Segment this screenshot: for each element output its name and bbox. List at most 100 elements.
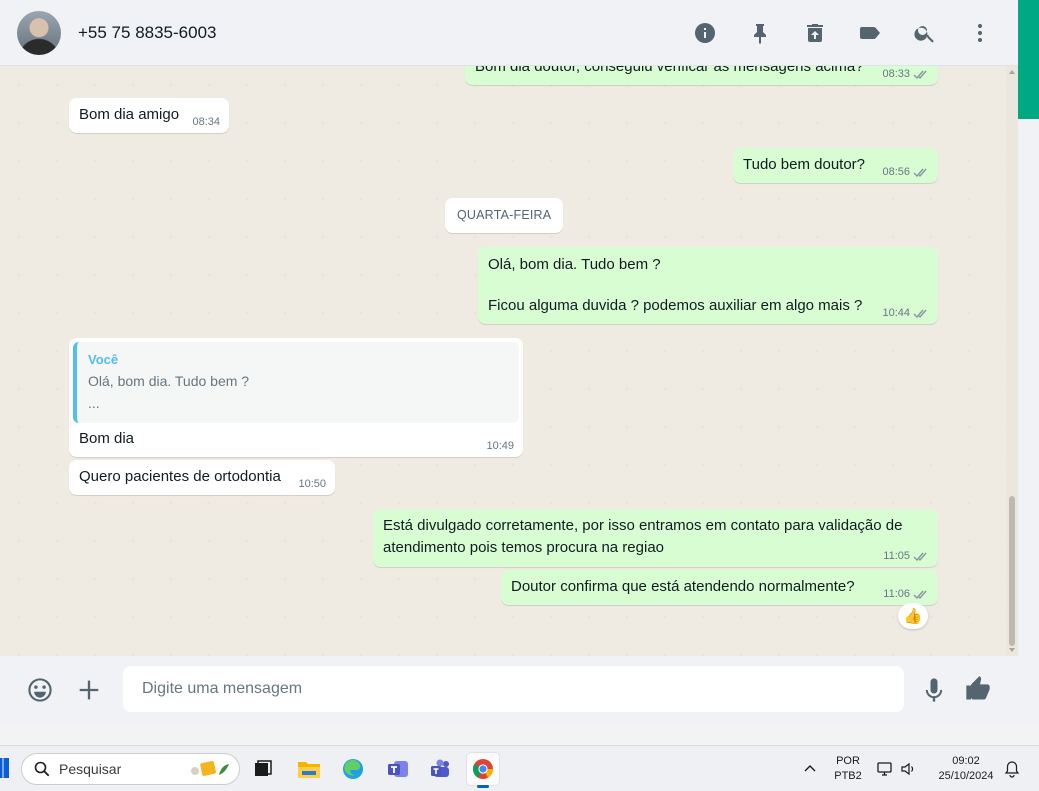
read-ticks-icon bbox=[913, 590, 927, 599]
more-vertical-icon bbox=[977, 23, 982, 42]
network-icon[interactable] bbox=[877, 760, 895, 778]
message-incoming[interactable]: Quero pacientes de ortodontia 10:50 bbox=[69, 460, 335, 495]
message-meta: 08:34 bbox=[192, 115, 220, 129]
send-like-button[interactable] bbox=[961, 672, 995, 706]
label-button[interactable] bbox=[853, 16, 886, 49]
message-text: Está divulgado corretamente, por isso en… bbox=[383, 517, 903, 556]
windows-taskbar: Pesquisar POR PTB2 09:02 25/10/2024 bbox=[0, 745, 1039, 791]
message-outgoing[interactable]: Está divulgado corretamente, por isso en… bbox=[373, 509, 938, 567]
header-actions bbox=[666, 16, 996, 49]
scroll-up-arrow-icon[interactable] bbox=[1009, 70, 1015, 74]
quoted-message[interactable]: Você Olá, bom dia. Tudo bem ? ... bbox=[73, 342, 519, 423]
input-language-indicator[interactable]: POR PTB2 bbox=[826, 754, 870, 784]
message-meta: 10:50 bbox=[298, 477, 326, 491]
label-tag-icon bbox=[859, 26, 880, 39]
chat-header: +55 75 8835-6003 bbox=[0, 0, 1018, 66]
language-code: POR bbox=[836, 755, 860, 767]
message-meta: 08:33 bbox=[882, 67, 929, 81]
task-view-button[interactable] bbox=[247, 753, 279, 785]
message-meta: 08:56 bbox=[882, 165, 929, 179]
trash-restore-icon bbox=[806, 23, 823, 42]
message-time: 08:56 bbox=[882, 166, 910, 178]
message-meta: 10:44 bbox=[882, 306, 929, 320]
message-list[interactable]: Bom dia doutor, conseguiu verificar as m… bbox=[0, 66, 1006, 656]
message-time: 11:06 bbox=[883, 588, 910, 600]
message-time: 08:34 bbox=[192, 116, 220, 128]
attach-button[interactable] bbox=[72, 673, 106, 707]
day-separator: QUARTA-FEIRA bbox=[445, 198, 564, 233]
chrome-button[interactable] bbox=[467, 753, 499, 788]
info-button[interactable] bbox=[688, 16, 721, 49]
message-outgoing[interactable]: Tudo bem doutor? 08:56 bbox=[733, 148, 938, 183]
message-time: 10:49 bbox=[486, 440, 514, 452]
accent-strip bbox=[1018, 0, 1039, 119]
volume-icon[interactable] bbox=[900, 760, 918, 778]
teams-button[interactable] bbox=[382, 753, 414, 785]
plus-icon bbox=[79, 680, 99, 700]
scroll-thumb[interactable] bbox=[1009, 496, 1015, 646]
quote-text-more: ... bbox=[88, 395, 100, 411]
search-highlight-icon bbox=[191, 761, 229, 776]
search-icon bbox=[913, 25, 934, 43]
message-time: 10:44 bbox=[882, 307, 910, 319]
message-incoming[interactable]: Bom dia amigo 08:34 bbox=[69, 98, 229, 133]
message-incoming-reply[interactable]: Você Olá, bom dia. Tudo bem ? ... Bom di… bbox=[69, 338, 523, 457]
teams-work-button[interactable] bbox=[425, 753, 457, 785]
message-outgoing[interactable]: Olá, bom dia. Tudo bem ? Ficou alguma du… bbox=[478, 247, 938, 324]
notification-bell-icon[interactable] bbox=[1004, 760, 1020, 778]
pin-button[interactable] bbox=[743, 16, 776, 49]
quote-text: Olá, bom dia. Tudo bem ? bbox=[88, 373, 250, 389]
menu-button[interactable] bbox=[963, 16, 996, 49]
read-ticks-icon bbox=[913, 309, 927, 318]
chrome-icon bbox=[472, 759, 494, 779]
contact-name[interactable]: +55 75 8835-6003 bbox=[78, 23, 217, 43]
message-time: 08:33 bbox=[882, 68, 910, 80]
thumbs-up-reaction-icon[interactable]: 👍 bbox=[898, 603, 928, 629]
info-icon bbox=[694, 22, 715, 43]
edge-browser-button[interactable] bbox=[337, 753, 369, 785]
contact-avatar[interactable] bbox=[17, 10, 61, 55]
voice-message-button[interactable] bbox=[917, 673, 951, 707]
taskbar-clock[interactable]: 09:02 25/10/2024 bbox=[928, 754, 1004, 784]
message-text: Quero pacientes de ortodontia bbox=[79, 468, 281, 485]
windows-start-icon[interactable] bbox=[0, 758, 9, 778]
read-ticks-icon bbox=[913, 70, 927, 79]
message-scrollbar[interactable] bbox=[1006, 66, 1018, 656]
clock-time: 09:02 bbox=[952, 755, 980, 767]
message-meta: 11:05 bbox=[883, 549, 929, 563]
pin-icon bbox=[753, 23, 766, 44]
edge-icon bbox=[343, 759, 363, 779]
task-view-icon bbox=[255, 760, 272, 776]
message-line: Olá, bom dia. Tudo bem ? bbox=[488, 256, 661, 273]
read-ticks-icon bbox=[913, 552, 927, 561]
search-icon bbox=[34, 761, 50, 777]
search-chat-button[interactable] bbox=[908, 16, 941, 49]
show-hidden-icons-chevron-icon[interactable] bbox=[804, 763, 816, 773]
microphone-icon bbox=[925, 678, 943, 702]
emoji-button[interactable] bbox=[23, 673, 57, 707]
search-label: Pesquisar bbox=[59, 761, 122, 777]
teams-work-icon bbox=[431, 759, 449, 777]
delete-chat-button[interactable] bbox=[798, 16, 831, 49]
message-meta: 10:49 bbox=[486, 439, 514, 453]
keyboard-layout: PTB2 bbox=[834, 770, 862, 782]
file-explorer-button[interactable] bbox=[293, 753, 325, 785]
active-app-indicator bbox=[477, 785, 489, 788]
scroll-down-arrow-icon[interactable] bbox=[1009, 648, 1015, 652]
folder-icon bbox=[298, 762, 320, 778]
message-input[interactable] bbox=[123, 666, 904, 712]
read-ticks-icon bbox=[913, 168, 927, 177]
message-time: 10:50 bbox=[298, 478, 326, 490]
quote-author: Você bbox=[88, 352, 119, 367]
message-outgoing[interactable]: Doutor confirma que está atendendo norma… bbox=[501, 570, 938, 605]
message-text: Bom dia bbox=[79, 430, 135, 447]
message-time: 11:05 bbox=[883, 550, 910, 562]
side-panel-strip bbox=[1018, 0, 1039, 724]
taskbar-search[interactable]: Pesquisar bbox=[21, 753, 240, 785]
message-outgoing[interactable]: Bom dia doutor, conseguiu verificar as m… bbox=[465, 66, 938, 85]
message-text: Bom dia doutor, conseguiu verificar as m… bbox=[475, 66, 864, 75]
clock-date: 25/10/2024 bbox=[938, 770, 994, 782]
teams-icon bbox=[388, 761, 408, 777]
thumbs-up-icon bbox=[966, 676, 990, 700]
emoji-icon bbox=[28, 678, 52, 702]
